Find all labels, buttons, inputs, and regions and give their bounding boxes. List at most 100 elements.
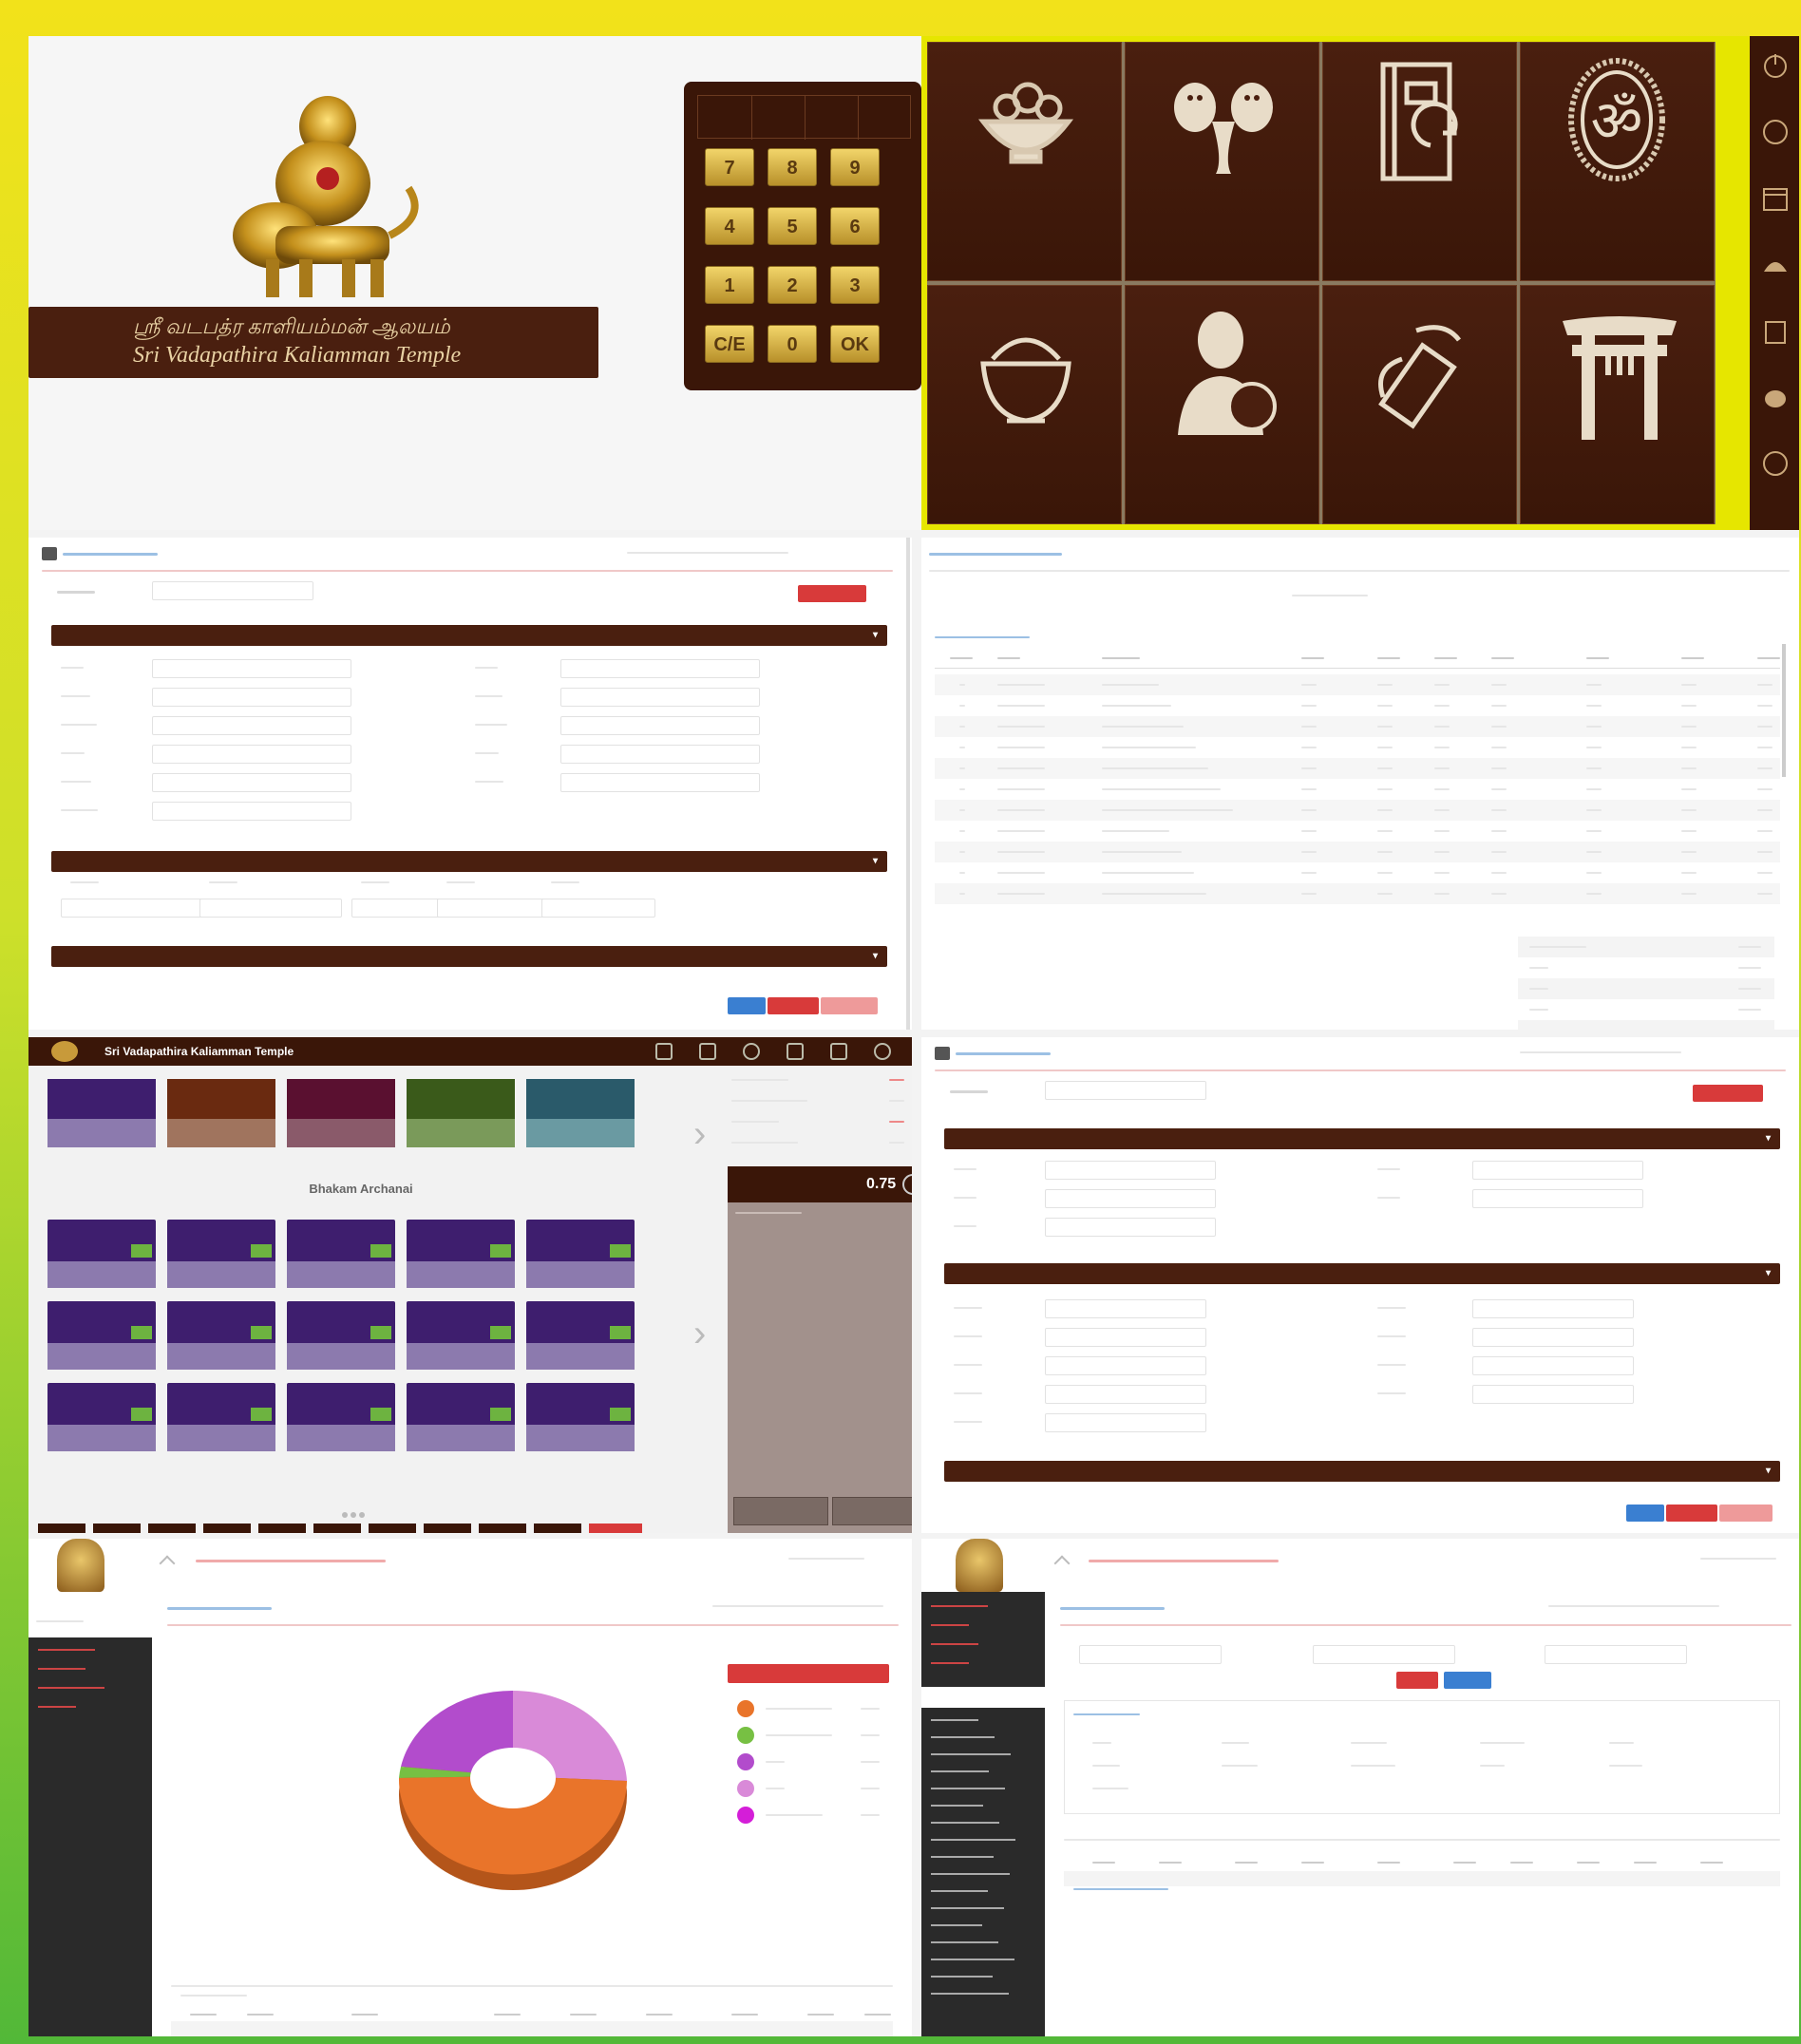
form-number-field[interactable]	[152, 581, 313, 600]
side-list-item[interactable]	[931, 1805, 983, 1807]
side-list-item[interactable]	[931, 1839, 1015, 1841]
pos-number-key[interactable]: 5	[258, 1524, 306, 1533]
form-input[interactable]	[61, 899, 203, 918]
pos-chevron-icon[interactable]: ›	[693, 1113, 706, 1156]
form-input[interactable]	[560, 659, 760, 678]
form2-cancel-button[interactable]	[1666, 1505, 1717, 1522]
form2-save-button[interactable]	[1626, 1505, 1664, 1522]
report2-to-field[interactable]	[1313, 1645, 1455, 1664]
power-icon[interactable]	[1761, 51, 1790, 80]
keypad-key[interactable]: 1	[705, 266, 754, 304]
side-list-item[interactable]	[931, 1924, 982, 1926]
pos-number-key[interactable]: 9	[479, 1524, 526, 1533]
keypad-key[interactable]: 2	[768, 266, 817, 304]
form-input[interactable]	[560, 716, 760, 735]
pos-number-key[interactable]: 6	[313, 1524, 361, 1533]
side-list-item[interactable]	[931, 1959, 1014, 1960]
pos-item-button[interactable]	[47, 1301, 156, 1370]
form-input[interactable]	[152, 745, 351, 764]
form-save-button[interactable]	[728, 997, 766, 1014]
pos-clear-cart-icon[interactable]	[902, 1174, 912, 1195]
pos-number-key[interactable]: 0	[534, 1524, 581, 1533]
table-row[interactable]	[935, 862, 1780, 883]
table-row[interactable]	[935, 716, 1780, 737]
side-list-item[interactable]	[931, 1719, 978, 1721]
side-list-item[interactable]	[931, 1736, 995, 1738]
pos-item-button[interactable]	[47, 1220, 156, 1288]
pos-category-button[interactable]	[407, 1079, 515, 1147]
pos-item-button[interactable]	[167, 1383, 275, 1451]
keypad-key[interactable]: 9	[830, 148, 880, 186]
keypad-key[interactable]: OK	[830, 325, 880, 363]
keypad-key[interactable]: C/E	[705, 325, 754, 363]
form-input[interactable]	[152, 688, 351, 707]
pos-number-key[interactable]: 4	[203, 1524, 251, 1533]
keypad-key[interactable]: 8	[768, 148, 817, 186]
form-input[interactable]	[152, 716, 351, 735]
pos-clear-key[interactable]: CE	[589, 1524, 642, 1533]
pos-chevron-2-icon[interactable]: ›	[693, 1313, 706, 1355]
form2-section-2[interactable]: ▾	[944, 1263, 1780, 1284]
coconut-icon[interactable]	[1761, 384, 1790, 412]
report-scrollbar[interactable]	[1782, 644, 1786, 777]
keypad-key[interactable]: 4	[705, 207, 754, 245]
pos-category-button[interactable]	[526, 1079, 635, 1147]
pos-item-button[interactable]	[407, 1220, 515, 1288]
pos-item-button[interactable]	[47, 1383, 156, 1451]
pos-item-button[interactable]	[287, 1301, 395, 1370]
om-small-icon[interactable]	[1761, 118, 1790, 146]
pos-number-key[interactable]: 8	[424, 1524, 471, 1533]
side-list-item[interactable]	[931, 1873, 1010, 1875]
side-list-item[interactable]	[931, 1770, 989, 1772]
pos-item-button[interactable]	[526, 1301, 635, 1370]
side-list-item[interactable]	[931, 1822, 999, 1824]
keypad-key[interactable]: 6	[830, 207, 880, 245]
pos-item-button[interactable]	[407, 1301, 515, 1370]
offering-icon[interactable]	[1761, 251, 1790, 279]
form-input[interactable]	[1045, 1161, 1216, 1180]
form2-section-3[interactable]: ▾	[944, 1461, 1780, 1482]
form-delete-button[interactable]	[798, 585, 866, 602]
form-input[interactable]	[560, 773, 760, 792]
side-list-item[interactable]	[931, 1788, 1005, 1789]
form-input[interactable]	[560, 688, 760, 707]
table-row[interactable]	[935, 674, 1780, 695]
report2-type-field[interactable]	[1545, 1645, 1687, 1664]
table-row[interactable]	[935, 737, 1780, 758]
pos-number-key[interactable]: 7	[369, 1524, 416, 1533]
side-list-item[interactable]	[931, 1856, 994, 1858]
pos-number-key[interactable]: 2	[93, 1524, 141, 1533]
keypad-key[interactable]: 7	[705, 148, 754, 186]
side-list-item[interactable]	[931, 1941, 998, 1943]
form-input[interactable]	[152, 773, 351, 792]
table-row[interactable]	[935, 883, 1780, 904]
pos-item-button[interactable]	[167, 1301, 275, 1370]
pos-category-button[interactable]	[287, 1079, 395, 1147]
form-input[interactable]	[1045, 1356, 1206, 1375]
form-section-2[interactable]: ▾	[51, 851, 887, 872]
form-input[interactable]	[1045, 1413, 1206, 1432]
form-input[interactable]	[1045, 1385, 1206, 1404]
keypad-key[interactable]: 3	[830, 266, 880, 304]
form-cancel-button[interactable]	[768, 997, 819, 1014]
form-input[interactable]	[1472, 1356, 1634, 1375]
pos-number-key[interactable]: 1	[38, 1524, 85, 1533]
form-input[interactable]	[1472, 1299, 1634, 1318]
form-input[interactable]	[1472, 1189, 1643, 1208]
table-row[interactable]	[935, 842, 1780, 862]
form-input[interactable]	[152, 802, 351, 821]
form2-section-1[interactable]: ▾	[944, 1128, 1780, 1149]
pos-item-button[interactable]	[407, 1383, 515, 1451]
calendar-icon[interactable]	[1761, 184, 1790, 213]
side-list-item[interactable]	[931, 1976, 993, 1978]
side-list-item[interactable]	[931, 1753, 1011, 1755]
form-input[interactable]	[541, 899, 655, 918]
table-row[interactable]	[1064, 1871, 1780, 1886]
form2-clear-button[interactable]	[1719, 1505, 1773, 1522]
building-icon[interactable]	[1761, 317, 1790, 346]
pos-item-button[interactable]	[526, 1220, 635, 1288]
pos-number-key[interactable]: 3	[148, 1524, 196, 1533]
form-input[interactable]	[1045, 1218, 1216, 1237]
pos-cart-pay-button[interactable]	[832, 1497, 912, 1525]
form-input[interactable]	[1472, 1161, 1643, 1180]
